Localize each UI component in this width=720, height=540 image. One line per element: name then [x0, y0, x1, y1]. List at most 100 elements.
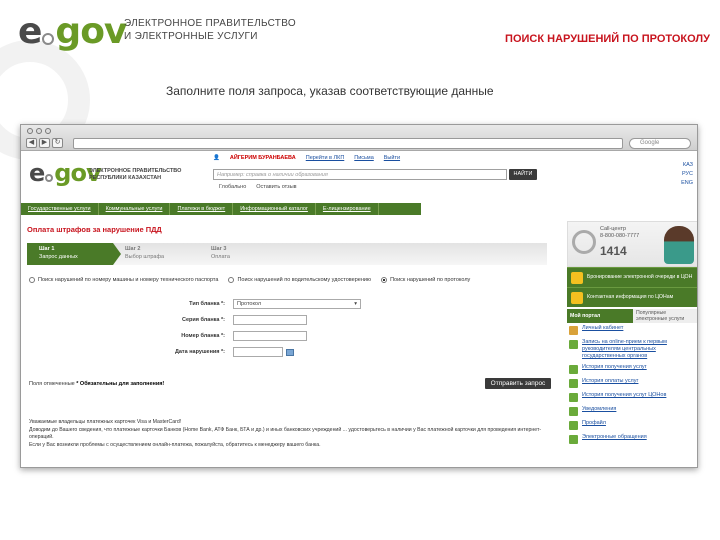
browser-search-field[interactable]: Google	[629, 138, 691, 149]
service-icon	[569, 435, 578, 444]
blank-series-input[interactable]	[233, 315, 307, 325]
step-indicator: Шаг 1 Запрос данных Шаг 2 Выбор штрафа Ш…	[27, 243, 547, 265]
step-2: Шаг 2 Выбор штрафа	[113, 243, 199, 265]
lang-kaz[interactable]: КАЗ	[681, 161, 693, 170]
radio-by-car-number[interactable]: Поиск нарушений по номеру машины и номер…	[29, 277, 218, 283]
site-search-input[interactable]: Например: справка о наличии образования	[213, 169, 507, 180]
form-row-violation-date: Дата нарушения *:	[131, 347, 294, 357]
blank-number-input[interactable]	[233, 331, 307, 341]
site-org-name: ЭЛЕКТРОННОЕ ПРАВИТЕЛЬСТВО РЕСПУБЛИКИ КАЗ…	[89, 168, 181, 182]
form-row-blank-number: Номер бланка *:	[131, 331, 307, 341]
radio-icon[interactable]	[228, 277, 235, 283]
service-icon	[569, 393, 578, 402]
step-number: Шаг 2	[125, 246, 141, 252]
violation-date-input[interactable]	[233, 347, 283, 357]
sidebar-link[interactable]: Личный кабинет	[567, 323, 697, 337]
browser-nav-buttons: ◀ ▶ ↻	[26, 138, 63, 148]
chevron-down-icon: ▾	[354, 301, 357, 307]
step-number: Шаг 1	[39, 246, 55, 252]
logout-link[interactable]: Выйти	[384, 155, 400, 161]
service-icon	[569, 421, 578, 430]
lang-rus[interactable]: РУС	[681, 170, 693, 179]
logo-dot-icon	[45, 173, 54, 182]
nav-item-utilities[interactable]: Коммунальные услуги	[99, 203, 171, 215]
step-label: Оплата	[211, 254, 230, 260]
queue-icon	[571, 271, 583, 284]
reload-icon[interactable]: ↻	[52, 138, 63, 148]
cc-phone: 8-800-080-7777	[600, 233, 640, 239]
search-mode-group: Поиск нарушений по номеру машины и номер…	[29, 277, 549, 283]
sidebar-link-label: История оплаты услуг	[582, 378, 639, 384]
user-icon: 👤	[213, 155, 220, 161]
notice-line: Уважаемые владельцы платежных карточек V…	[29, 419, 182, 425]
tab-my-portal[interactable]: Мой портал	[567, 309, 633, 323]
note-text: Поля отмеченные	[29, 381, 77, 387]
tab-popular-services[interactable]: Популярные электронные услуги	[633, 309, 697, 323]
nav-item-e-licensing[interactable]: Е-лицензирование	[316, 203, 379, 215]
zoom-window-icon[interactable]	[45, 128, 51, 134]
radio-label: Поиск нарушений по номеру машины и номер…	[38, 277, 219, 283]
minimize-window-icon[interactable]	[36, 128, 42, 134]
radio-icon[interactable]	[29, 277, 35, 283]
right-sidebar: Call-центр 8-800-080-7777 1414 Бронирова…	[567, 221, 697, 467]
step-number: Шаг 3	[211, 246, 227, 252]
org-line: ЭЛЕКТРОННОЕ ПРАВИТЕЛЬСТВО	[124, 18, 296, 29]
site-header: e gov ЭЛЕКТРОННОЕ ПРАВИТЕЛЬСТВО РЕСПУБЛИ…	[21, 151, 697, 203]
sidebar-link[interactable]: Электронные обращения	[567, 432, 697, 446]
service-icon	[569, 340, 578, 349]
field-label: Дата нарушения *:	[174, 349, 225, 355]
sidebar-tabs: Мой портал Популярные электронные услуги	[567, 309, 697, 323]
address-bar[interactable]	[73, 138, 623, 149]
sidebar-link-label: Личный кабинет	[582, 325, 624, 331]
step-1: Шаг 1 Запрос данных	[27, 243, 121, 265]
nav-item-budget-payments[interactable]: Платежи в бюджет	[170, 203, 234, 215]
promo-label: Бронирование электронной очереди в ЦОН	[587, 274, 693, 281]
user-bar: 👤 АЙГЕРИМ БУРАНБАЕВА Перейти в ЛКП Письм…	[213, 155, 400, 161]
close-window-icon[interactable]	[27, 128, 33, 134]
nav-item-gov-services[interactable]: Государственные услуги	[21, 203, 99, 215]
slide-title: ПОИСК НАРУШЕНИЙ ПО ПРОТОКОЛУ	[505, 33, 710, 45]
find-button[interactable]: НАЙТИ	[509, 169, 537, 180]
required-fields-note: Поля отмеченные * Обязательны для заполн…	[29, 381, 164, 387]
letters-link[interactable]: Письма	[354, 155, 373, 161]
field-label: Номер бланка *:	[181, 333, 225, 339]
cc-title: Call-центр	[600, 226, 627, 232]
sidebar-link[interactable]: История получения услуг ЦОНов	[567, 390, 697, 404]
submit-request-button[interactable]: Отправить запрос	[485, 378, 551, 389]
short-number: 1414	[600, 244, 627, 258]
org-line: И ЭЛЕКТРОННЫЕ УСЛУГИ	[124, 31, 258, 42]
promo-queue-booking[interactable]: Бронирование электронной очереди в ЦОН	[567, 267, 697, 287]
service-icon	[569, 379, 578, 388]
sidebar-link[interactable]: Запись на online-прием к первым руководи…	[567, 337, 697, 362]
sidebar-link[interactable]: Уведомления	[567, 404, 697, 418]
my-portal-links: Личный кабинет Запись на online-прием к п…	[567, 323, 697, 446]
user-name: АЙГЕРИМ БУРАНБАЕВА	[229, 155, 296, 161]
operator-avatar	[664, 226, 694, 264]
calendar-icon[interactable]	[286, 348, 294, 356]
contacts-icon	[571, 291, 583, 304]
field-label: Тип бланка *:	[189, 301, 225, 307]
call-center-block: Call-центр 8-800-080-7777 1414	[567, 221, 697, 267]
nav-item-catalog[interactable]: Информационный каталог	[233, 203, 316, 215]
egov-logo: e gov	[18, 11, 127, 52]
personal-cabinet-link[interactable]: Перейти в ЛКП	[306, 155, 345, 161]
forward-icon[interactable]: ▶	[39, 138, 50, 148]
back-icon[interactable]: ◀	[26, 138, 37, 148]
form-title: Оплата штрафов за нарушение ПДД	[27, 225, 162, 234]
blank-type-select[interactable]: Протокол ▾	[233, 299, 361, 309]
sidebar-link-label: История получения услуг	[582, 364, 647, 370]
sidebar-link[interactable]: История оплаты услуг	[567, 376, 697, 390]
feedback-link[interactable]: Оставить отзыв	[256, 184, 296, 190]
radio-by-protocol[interactable]: Поиск нарушений по протоколу	[381, 277, 470, 283]
sidebar-link[interactable]: История получения услуг	[567, 362, 697, 376]
logo-e: e	[18, 11, 42, 52]
radio-selected-icon[interactable]	[381, 277, 388, 283]
radio-by-license[interactable]: Поиск нарушений по водительскому удостов…	[228, 277, 371, 283]
sidebar-link[interactable]: Профайл	[567, 418, 697, 432]
slide-subtitle: Заполните поля запроса, указав соответст…	[166, 84, 494, 98]
main-nav: Государственные услуги Коммунальные услу…	[21, 203, 421, 215]
search-option-global[interactable]: Глобально	[219, 184, 246, 190]
promo-con-contacts[interactable]: Контактная информация по ЦОНам	[567, 287, 697, 307]
sidebar-link-label: Электронные обращения	[582, 434, 647, 440]
lang-eng[interactable]: ENG	[681, 179, 693, 188]
